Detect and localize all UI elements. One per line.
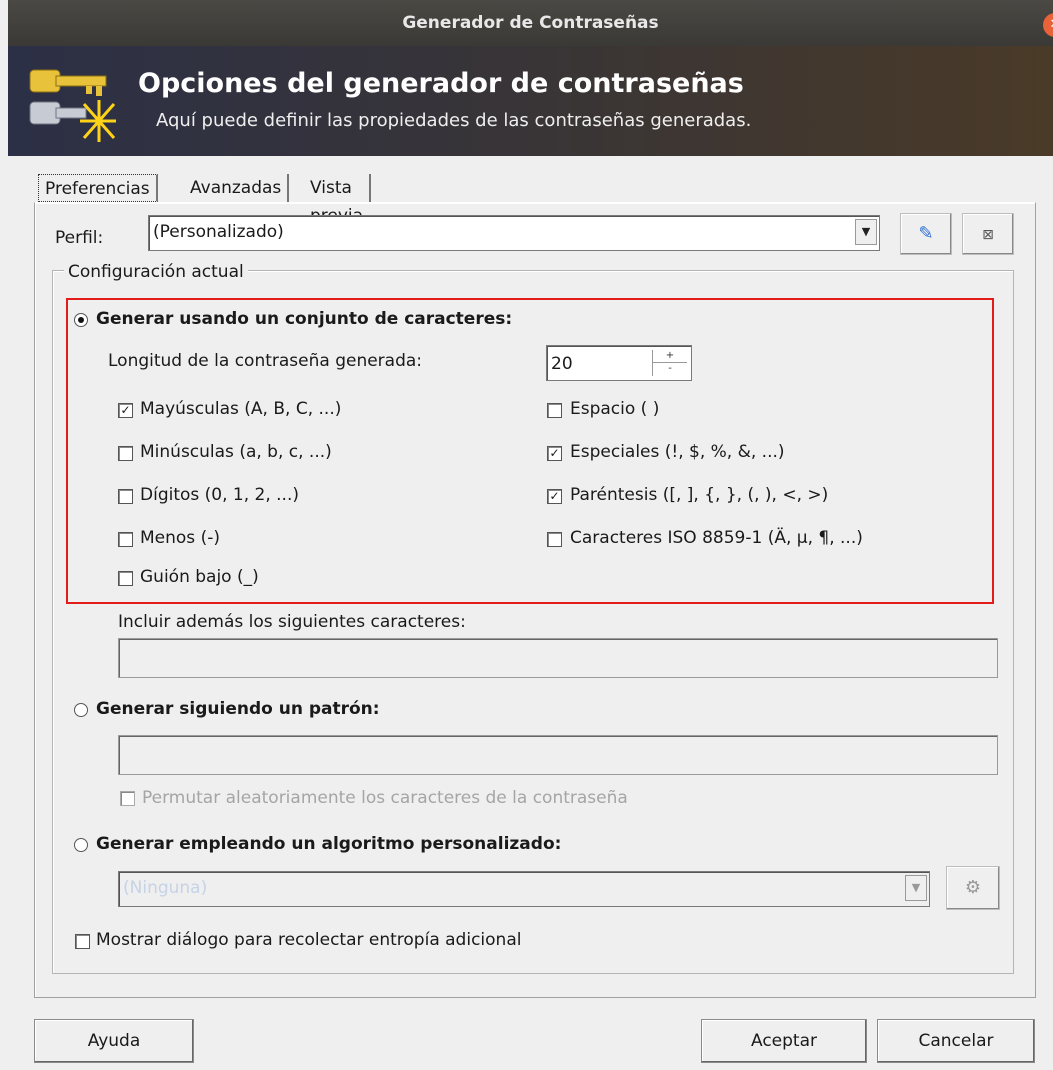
brackets-checkbox[interactable]: ✓	[547, 489, 562, 504]
digits-label[interactable]: Dígitos (0, 1, 2, ...)	[140, 485, 299, 505]
delete-profile-button[interactable]: ⊠	[962, 213, 1014, 255]
iso-checkbox[interactable]	[547, 532, 562, 547]
header-banner: Opciones del generador de contraseñas Aq…	[8, 46, 1053, 156]
lowercase-label[interactable]: Minúsculas (a, b, c, ...)	[140, 442, 332, 462]
digits-checkbox[interactable]	[118, 489, 133, 504]
special-checkbox[interactable]: ✓	[547, 446, 562, 461]
delete-profile-icon: ⊠	[982, 227, 994, 243]
algorithm-value: (Ninguna)	[123, 878, 208, 898]
keys-logo-icon	[29, 69, 116, 142]
ok-button[interactable]: Aceptar	[701, 1019, 867, 1063]
chevron-up-icon[interactable]: +	[653, 350, 687, 362]
chevron-down-icon[interactable]: ▼	[855, 219, 877, 245]
window-title: Generador de Contraseñas	[402, 13, 659, 33]
space-label[interactable]: Espacio ( )	[570, 399, 659, 419]
settings-button[interactable]: ⚙	[946, 866, 1000, 910]
profile-select[interactable]: (Personalizado) ▼	[148, 215, 880, 251]
extra-chars-label: Incluir además los siguientes caracteres…	[118, 612, 466, 632]
save-profile-button[interactable]: ✎	[900, 213, 952, 255]
cancel-button[interactable]: Cancelar	[877, 1019, 1035, 1063]
extra-chars-input[interactable]	[118, 638, 998, 678]
chevron-down-icon[interactable]: -	[653, 362, 687, 375]
entropy-checkbox[interactable]	[75, 934, 90, 949]
banner-subheading: Aquí puede definir las propiedades de la…	[156, 110, 752, 131]
pattern-radio-label[interactable]: Generar siguiendo un patrón:	[96, 699, 380, 719]
profile-label: Perfil:	[55, 228, 104, 248]
help-button[interactable]: Ayuda	[34, 1019, 194, 1063]
settings-icon: ⚙	[964, 877, 982, 898]
banner-heading: Opciones del generador de contraseñas	[138, 68, 744, 99]
iso-label[interactable]: Caracteres ISO 8859-1 (Ä, µ, ¶, ...)	[570, 528, 863, 548]
profile-value: (Personalizado)	[153, 222, 284, 242]
charset-radio[interactable]	[74, 313, 88, 327]
chevron-down-icon[interactable]: ▼	[905, 875, 927, 901]
save-profile-icon: ✎	[918, 223, 934, 244]
underscore-checkbox[interactable]	[118, 571, 133, 586]
title-bar: Generador de Contraseñas ✕	[8, 0, 1053, 46]
minus-label[interactable]: Menos (-)	[140, 528, 220, 548]
minus-checkbox[interactable]	[118, 532, 133, 547]
space-checkbox[interactable]	[547, 403, 562, 418]
stepper-arrows[interactable]: + -	[652, 350, 687, 376]
algorithm-select[interactable]: (Ninguna) ▼	[118, 871, 930, 907]
permute-checkbox[interactable]	[120, 791, 135, 806]
entropy-label[interactable]: Mostrar diálogo para recolectar entropía…	[96, 930, 521, 950]
length-stepper[interactable]: 20 + -	[546, 345, 692, 381]
group-title: Configuración actual	[64, 262, 248, 282]
uppercase-label[interactable]: Mayúsculas (A, B, C, ...)	[140, 399, 341, 419]
charset-radio-label[interactable]: Generar usando un conjunto de caracteres…	[96, 309, 512, 329]
length-value: 20	[551, 354, 573, 374]
permute-label[interactable]: Permutar aleatoriamente los caracteres d…	[142, 788, 628, 808]
custom-radio[interactable]	[74, 838, 88, 852]
length-label: Longitud de la contraseña generada:	[108, 351, 423, 371]
tab-preferencias[interactable]: Preferencias	[38, 174, 158, 202]
pattern-input[interactable]	[118, 735, 998, 775]
uppercase-checkbox[interactable]: ✓	[118, 403, 133, 418]
special-label[interactable]: Especiales (!, $, %, &, ...)	[570, 442, 785, 462]
brackets-label[interactable]: Paréntesis ([, ], {, }, (, ), <, >)	[570, 485, 828, 505]
pattern-radio[interactable]	[74, 703, 88, 717]
custom-radio-label[interactable]: Generar empleando un algoritmo personali…	[96, 834, 561, 854]
underscore-label[interactable]: Guión bajo (_)	[140, 567, 259, 587]
lowercase-checkbox[interactable]	[118, 446, 133, 461]
tab-avanzadas[interactable]: Avanzadas	[184, 174, 290, 202]
tab-vista-previa[interactable]: Vista previa	[304, 174, 372, 226]
